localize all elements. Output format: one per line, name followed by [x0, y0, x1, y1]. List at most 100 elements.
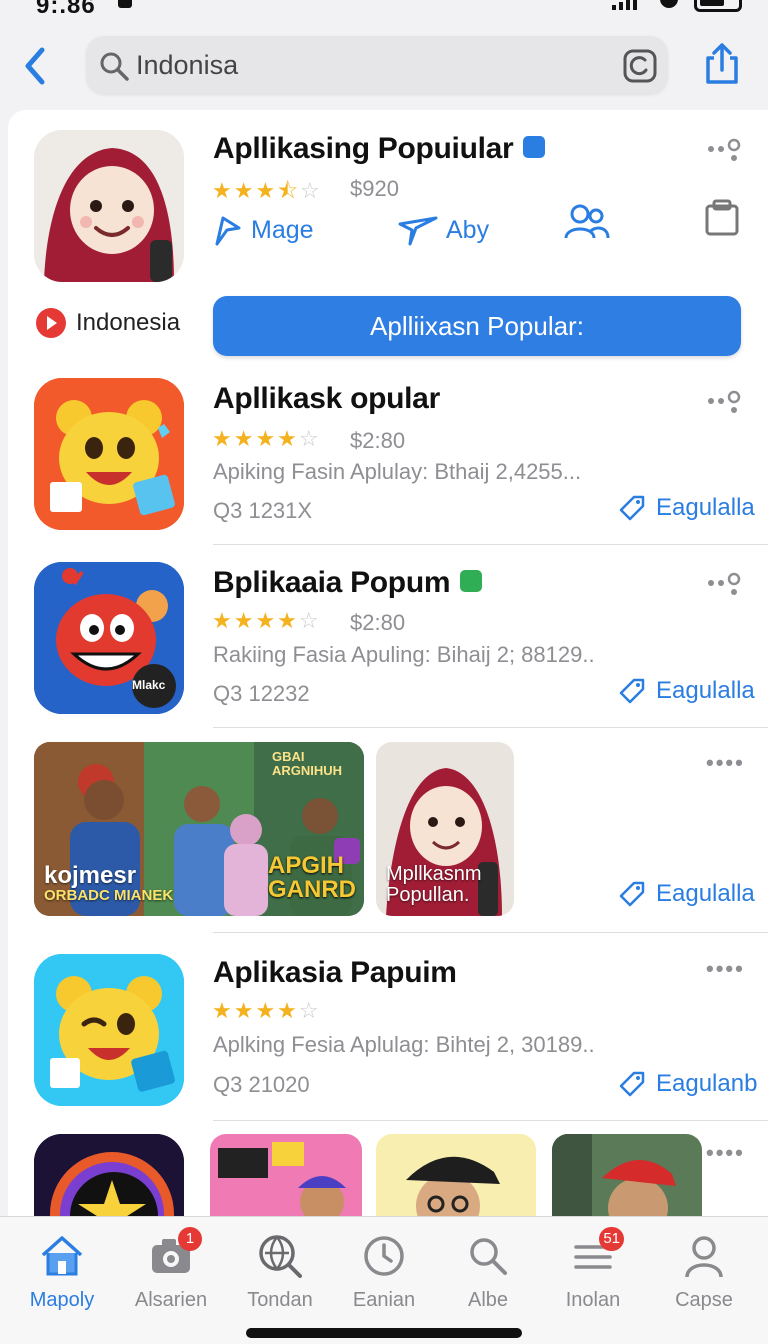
- more-link-icon: [708, 390, 741, 413]
- wifi-icon: [660, 0, 678, 8]
- person-photo-image: [552, 1134, 702, 1220]
- banner-caption-2: APGIH GANRD: [268, 852, 356, 903]
- divider: [213, 727, 768, 728]
- more-options-button[interactable]: [706, 136, 746, 162]
- country-label: Indonesia: [36, 308, 180, 338]
- more-options-button[interactable]: [706, 388, 746, 414]
- search-input[interactable]: [136, 44, 596, 86]
- notification-badge: 1: [178, 1227, 202, 1251]
- banner-thumbnail[interactable]: Mpllkasnm Popullan.: [376, 742, 514, 916]
- app-title[interactable]: Apllikask opular: [213, 382, 440, 416]
- tab-tondan[interactable]: Tondan: [232, 1233, 328, 1323]
- signal-icon: [612, 0, 637, 10]
- app-thumbnail[interactable]: [376, 1134, 536, 1220]
- search-icon: [470, 1238, 507, 1275]
- banner-caption-1: kojmesr ORBADC MIANEK: [44, 862, 174, 905]
- person-cap-image: [376, 1134, 536, 1220]
- more-options-button[interactable]: ••••: [706, 750, 745, 776]
- more-options-button[interactable]: ••••: [706, 956, 745, 982]
- more-options-button[interactable]: [706, 570, 746, 596]
- tag-link[interactable]: Eagulalla: [618, 494, 755, 522]
- app-thumbnail[interactable]: [552, 1134, 702, 1220]
- verified-icon: [460, 570, 483, 593]
- notification-badge: 51: [599, 1227, 624, 1251]
- app-rating: ★★★★☆: [212, 426, 321, 451]
- app-description: Rakiing Fasia Apuling: Bihaij 2; 88129..: [213, 642, 595, 667]
- tag-link[interactable]: Eagulalla: [618, 880, 755, 908]
- bear-wink-icon: [34, 954, 184, 1106]
- plane-icon: [398, 216, 438, 246]
- action-mage[interactable]: Mage: [213, 214, 314, 246]
- tag-link[interactable]: Eagulanb: [618, 1070, 757, 1098]
- verified-icon: [523, 136, 546, 159]
- tag-icon: [619, 1071, 645, 1097]
- collage-image: [210, 1134, 362, 1220]
- divider: [213, 932, 768, 933]
- banner-caption-3: Mpllkasnm Popullan.: [386, 863, 482, 906]
- featured-app-title[interactable]: Apllikasing Popuiular: [213, 132, 546, 166]
- search-icon: [100, 52, 129, 81]
- more-link-icon: [708, 572, 741, 595]
- divider: [213, 1120, 768, 1121]
- banner-thumbnail[interactable]: kojmesr ORBADC MIANEK GBAI ARGNIHUH APGI…: [34, 742, 364, 916]
- bear-mascot-icon: [34, 378, 184, 530]
- app-icon[interactable]: [34, 378, 184, 530]
- clock-icon: [364, 1236, 404, 1276]
- chevron-left-icon: [25, 47, 45, 85]
- get-button[interactable]: Aplliixasn Popular:: [213, 296, 741, 356]
- people-button[interactable]: [564, 202, 610, 242]
- share-icon: [706, 43, 738, 84]
- banner-caption-top: GBAI ARGNIHUH: [272, 749, 343, 779]
- app-meta: Q3 21020: [213, 1072, 310, 1097]
- app-icon[interactable]: [34, 1134, 184, 1220]
- tab-alsarien[interactable]: 1 Alsarien: [123, 1227, 219, 1323]
- app-title[interactable]: Aplikasia Papuim: [213, 956, 457, 990]
- app-icon-tag: Mlakc: [132, 678, 166, 692]
- person-icon: [685, 1236, 723, 1278]
- app-thumbnail[interactable]: [210, 1134, 362, 1220]
- app-description: Aplking Fesia Aplulag: Bihtej 2, 30189..: [213, 1032, 595, 1057]
- people-icon: [564, 204, 610, 239]
- globe-search-icon: [259, 1235, 302, 1278]
- back-button[interactable]: [20, 44, 50, 88]
- app-price: $2:80: [350, 428, 406, 453]
- tag-icon: [619, 881, 645, 907]
- action-aby[interactable]: Aby: [398, 214, 489, 246]
- clipboard-button[interactable]: [704, 198, 740, 238]
- more-options-button[interactable]: ••••: [706, 1140, 745, 1166]
- app-price: $2:80: [350, 610, 406, 635]
- tag-link[interactable]: Eagulalla: [618, 677, 755, 705]
- results-panel: Apllikasing Popuiular ★★★⯪☆ $920 Mage Ab…: [8, 110, 768, 1220]
- divider: [213, 544, 768, 545]
- hijab-avatar-icon: [34, 130, 184, 282]
- app-icon[interactable]: Mlakc: [34, 562, 184, 714]
- tab-capse[interactable]: Capse: [656, 1233, 752, 1323]
- more-link-icon: [708, 138, 741, 161]
- featured-rating: ★★★⯪☆: [212, 178, 322, 203]
- app-meta: Q3 12232: [213, 681, 310, 706]
- home-indicator: [246, 1328, 522, 1338]
- tab-mapoly[interactable]: Mapoly: [14, 1233, 110, 1323]
- tab-bar: Mapoly 1 Alsarien Tondan Eanian Albe 51 …: [0, 1216, 768, 1344]
- battery-icon: [694, 0, 742, 12]
- app-description: Apiking Fasin Aplulay: Bthaij 2,4255...: [213, 459, 582, 484]
- app-icon[interactable]: [34, 954, 184, 1106]
- clipboard-icon: [705, 199, 739, 236]
- tab-albe[interactable]: Albe: [440, 1233, 536, 1323]
- app-meta: Q3 1231X: [213, 498, 313, 523]
- map-pin-icon: [215, 216, 241, 246]
- play-icon: [36, 308, 66, 338]
- status-time: 9:.86: [36, 0, 96, 19]
- scan-icon[interactable]: [622, 48, 658, 84]
- featured-price: $920: [350, 176, 399, 201]
- share-button[interactable]: [700, 42, 744, 86]
- featured-app-icon[interactable]: [34, 130, 184, 282]
- tag-icon: [619, 495, 645, 521]
- app-title[interactable]: Bplikaaia Popum: [213, 566, 483, 600]
- lock-icon: [118, 0, 132, 8]
- star-orbit-icon: [34, 1134, 184, 1220]
- tab-inolan[interactable]: 51 Inolan: [545, 1227, 641, 1323]
- tab-eanian[interactable]: Eanian: [336, 1233, 432, 1323]
- app-rating: ★★★★☆: [212, 608, 321, 633]
- search-bar[interactable]: [86, 36, 668, 94]
